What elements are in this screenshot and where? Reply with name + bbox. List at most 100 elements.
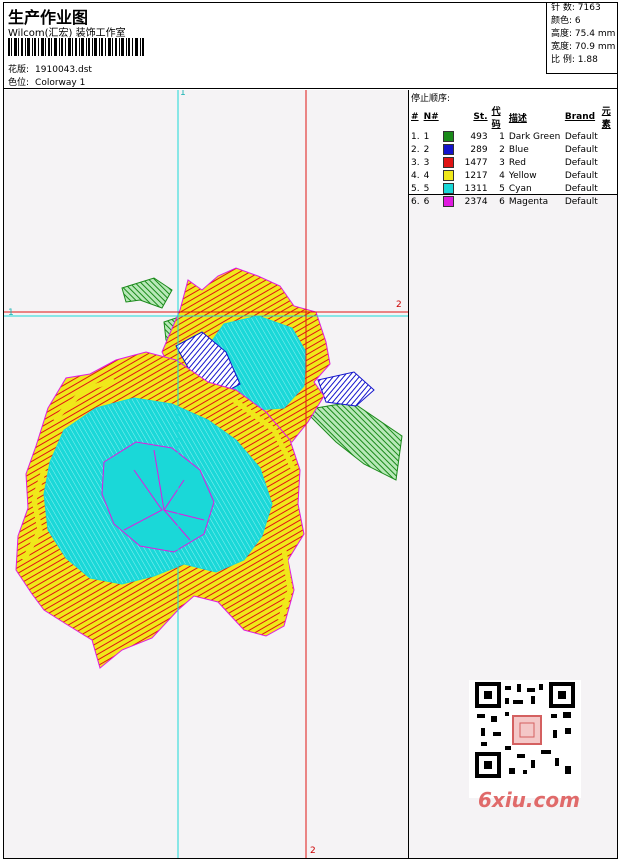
- stat-label: 宽度:: [551, 42, 573, 52]
- row-color-cell: [441, 143, 463, 156]
- col-header: [441, 104, 463, 130]
- design-file: 1910043.dst: [35, 65, 92, 75]
- stat-label: 针 数:: [551, 3, 575, 13]
- row-stitches: 1477: [464, 157, 488, 168]
- row-brand: Default: [564, 183, 598, 194]
- row-index: 3.: [411, 157, 420, 168]
- row-index: 6.: [411, 196, 420, 207]
- stat-width: 宽度: 70.9 mm: [547, 41, 618, 54]
- row-description: Blue: [508, 144, 529, 155]
- leaf-shape: [302, 401, 403, 481]
- row-elements: [600, 195, 617, 208]
- row-needle: 4: [423, 170, 430, 181]
- color-swatch: [442, 196, 454, 207]
- color-swatch: [442, 157, 454, 168]
- color-swatch: [442, 144, 454, 155]
- table-header-row: # N# St. 代码 描述 Brand 元素: [409, 104, 617, 130]
- stat-label: 比 例:: [551, 55, 575, 65]
- row-needle: 3: [423, 157, 430, 168]
- color-swatch: [442, 183, 454, 194]
- row-stitches: 1311: [464, 183, 488, 194]
- stat-value: 75.4 mm: [574, 29, 616, 39]
- row-elements: [600, 130, 617, 143]
- watermark-text: 6xiu.com: [478, 788, 580, 812]
- design-label: 花版:: [8, 65, 30, 75]
- row-description: Yellow: [508, 170, 537, 181]
- stat-height: 高度: 75.4 mm: [547, 28, 618, 41]
- row-brand: Default: [564, 157, 598, 168]
- row-stitches: 493: [470, 131, 488, 142]
- row-elements: [600, 169, 617, 182]
- table-row[interactable]: 5. 5 1311 5 Cyan Default: [409, 182, 617, 195]
- row-description: Cyan: [508, 183, 532, 194]
- row-index: 2.: [411, 144, 420, 155]
- row-stitches: 1217: [464, 170, 488, 181]
- table-row[interactable]: 3. 3 1477 3 Red Default: [409, 156, 617, 169]
- stat-label: 颜色:: [551, 16, 573, 26]
- row-code: 5: [499, 183, 505, 194]
- row-color-cell: [441, 156, 463, 169]
- table-row[interactable]: 6. 6 2374 6 Magenta Default: [409, 195, 617, 208]
- axis-label: 2: [310, 846, 316, 856]
- stat-value: 1.88: [577, 55, 598, 65]
- stat-colors: 颜色: 6: [547, 15, 618, 28]
- col-header: 元素: [601, 107, 611, 130]
- row-description: Magenta: [508, 196, 549, 207]
- stat-value: 70.9 mm: [574, 42, 616, 52]
- barcode: [8, 38, 144, 56]
- row-code: 2: [499, 144, 505, 155]
- row-description: Dark Green: [508, 131, 561, 142]
- row-index: 5.: [411, 183, 420, 194]
- embroidery-preview: [4, 90, 408, 858]
- row-brand: Default: [564, 170, 598, 181]
- colorway-label: 色位:: [8, 78, 30, 88]
- col-header: Brand: [564, 112, 596, 122]
- row-stitches: 289: [470, 144, 488, 155]
- row-brand: Default: [564, 131, 598, 142]
- header: 生产作业图 Wilcom(汇宏) 装饰工作室 花版: 1910043.dst 色位…: [3, 2, 618, 89]
- row-color-cell: [441, 169, 463, 182]
- colorway-value: Colorway 1: [35, 78, 86, 88]
- color-swatch: [442, 170, 454, 181]
- col-header: N#: [423, 112, 439, 122]
- studio-name: Wilcom(汇宏) 装饰工作室: [8, 28, 126, 39]
- stat-label: 高度:: [551, 29, 573, 39]
- stop-sequence-box: 停止顺序: # N# St. 代码 描述 Brand 元素 1. 1 493 1 Dar…: [409, 90, 617, 207]
- stat-value: 6: [574, 16, 581, 26]
- row-needle: 1: [423, 131, 430, 142]
- table-row[interactable]: 4. 4 1217 4 Yellow Default: [409, 169, 617, 182]
- stat-scale: 比 例: 1.88: [547, 54, 618, 67]
- row-needle: 6: [423, 196, 430, 207]
- col-header: 描述: [508, 113, 527, 124]
- table-row[interactable]: 2. 2 289 2 Blue Default: [409, 143, 617, 156]
- row-index: 1.: [411, 131, 420, 142]
- design-line: 花版: 1910043.dst: [8, 62, 92, 75]
- row-brand: Default: [564, 144, 598, 155]
- row-needle: 5: [423, 183, 430, 194]
- colorway-line: 色位: Colorway 1: [8, 75, 85, 88]
- row-elements: [600, 156, 617, 169]
- qr-code: [469, 680, 581, 798]
- color-swatch: [442, 131, 454, 142]
- stat-value: 7163: [577, 3, 601, 13]
- row-code: 1: [499, 131, 505, 142]
- col-header: #: [411, 112, 419, 122]
- row-description: Red: [508, 157, 526, 168]
- axis-label: 1: [8, 308, 14, 318]
- table-row[interactable]: 1. 1 493 1 Dark Green Default: [409, 130, 617, 143]
- stop-sequence-title: 停止顺序:: [411, 94, 451, 104]
- row-elements: [600, 143, 617, 156]
- row-color-cell: [441, 195, 463, 208]
- row-code: 6: [499, 196, 505, 207]
- row-stitches: 2374: [464, 196, 488, 207]
- row-needle: 2: [423, 144, 430, 155]
- axis-label: 1: [180, 90, 186, 98]
- row-code: 3: [499, 157, 505, 168]
- row-brand: Default: [564, 196, 598, 207]
- row-index: 4.: [411, 170, 420, 181]
- row-color-cell: [441, 130, 463, 143]
- stats-box: 针 数: 7163 颜色: 6 高度: 75.4 mm 宽度: 70.9 mm …: [546, 2, 618, 74]
- design-canvas[interactable]: 1 1 2 2: [4, 90, 409, 858]
- row-code: 4: [499, 170, 505, 181]
- row-elements: [600, 182, 617, 195]
